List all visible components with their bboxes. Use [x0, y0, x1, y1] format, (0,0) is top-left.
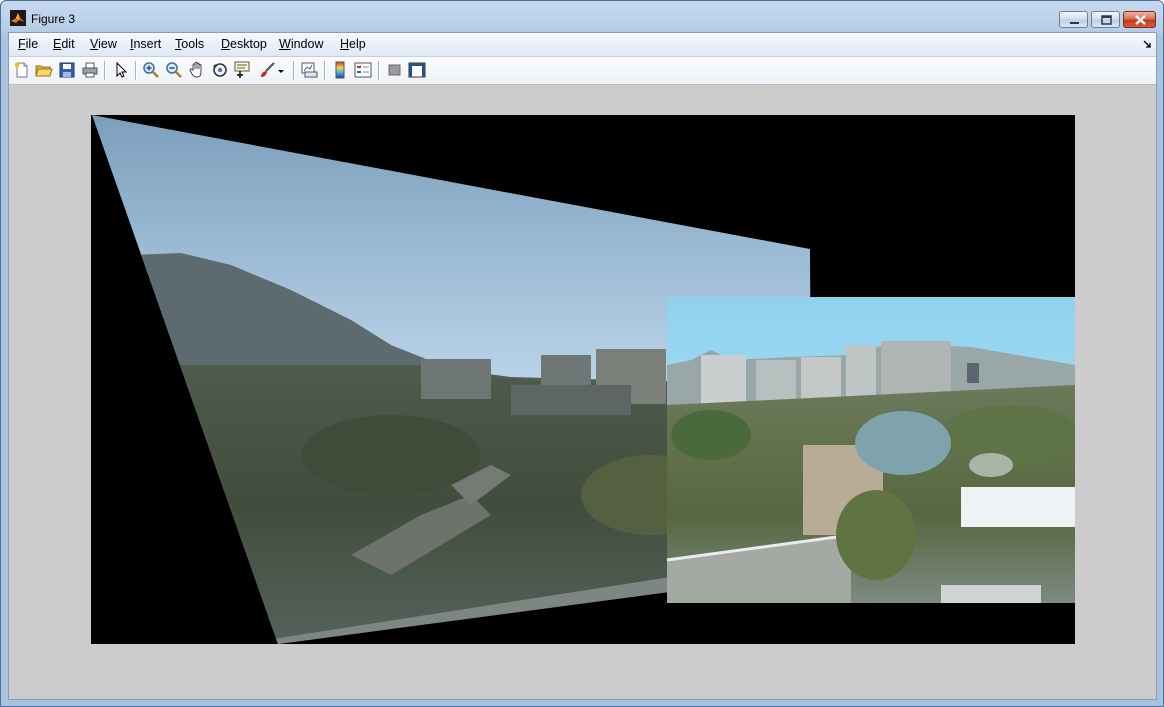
window-title: Figure 3	[31, 12, 76, 26]
toolbar-separator	[104, 61, 106, 80]
minimize-button[interactable]	[1059, 11, 1088, 28]
panorama-image	[92, 115, 1075, 644]
pan-icon[interactable]	[188, 61, 206, 79]
toolbar-separator	[293, 61, 295, 80]
close-button[interactable]	[1123, 11, 1156, 28]
title-bar[interactable]: Figure 3	[1, 1, 1163, 33]
zoom-out-icon[interactable]	[165, 61, 183, 79]
menu-bar: File Edit View Insert Tools Desktop Wind…	[9, 33, 1156, 57]
menu-insert[interactable]: Insert	[130, 37, 161, 51]
matlab-icon	[10, 10, 26, 26]
menu-desktop[interactable]: Desktop	[221, 37, 267, 51]
toolbar-separator	[378, 61, 380, 80]
hide-plot-tools-icon[interactable]	[386, 61, 404, 79]
new-figure-icon[interactable]	[13, 61, 31, 79]
figure-canvas[interactable]	[9, 85, 1156, 699]
dock-arrow-icon[interactable]	[1143, 40, 1152, 48]
menu-file[interactable]: File	[18, 37, 38, 51]
toolbar-separator	[324, 61, 326, 80]
brush-icon[interactable]	[258, 61, 276, 79]
show-plot-tools-icon[interactable]	[408, 61, 426, 79]
zoom-in-icon[interactable]	[142, 61, 160, 79]
brush-dropdown-icon[interactable]	[276, 61, 286, 79]
close-icon	[1135, 15, 1146, 25]
menu-tools[interactable]: Tools	[175, 37, 204, 51]
menu-window[interactable]: Window	[279, 37, 323, 51]
open-file-icon[interactable]	[35, 61, 53, 79]
insert-legend-icon[interactable]	[354, 61, 372, 79]
rotate-3d-icon[interactable]	[211, 61, 229, 79]
data-cursor-icon[interactable]	[234, 61, 252, 79]
edit-plot-icon[interactable]	[112, 61, 130, 79]
menu-edit[interactable]: Edit	[53, 37, 75, 51]
save-icon[interactable]	[58, 61, 76, 79]
figure-window: Figure 3 File Edit View Insert Tools Des…	[0, 0, 1164, 707]
figure-toolbar	[9, 57, 1156, 85]
maximize-button[interactable]	[1091, 11, 1120, 28]
figure-client: File Edit View Insert Tools Desktop Wind…	[8, 32, 1157, 700]
restore-icon	[1101, 15, 1112, 25]
minimize-icon	[1070, 22, 1079, 24]
insert-colorbar-icon[interactable]	[331, 61, 349, 79]
menu-view[interactable]: View	[90, 37, 117, 51]
menu-help[interactable]: Help	[340, 37, 366, 51]
link-plot-icon[interactable]	[300, 61, 318, 79]
toolbar-separator	[135, 61, 137, 80]
print-icon[interactable]	[81, 61, 99, 79]
axes[interactable]	[91, 115, 1075, 644]
